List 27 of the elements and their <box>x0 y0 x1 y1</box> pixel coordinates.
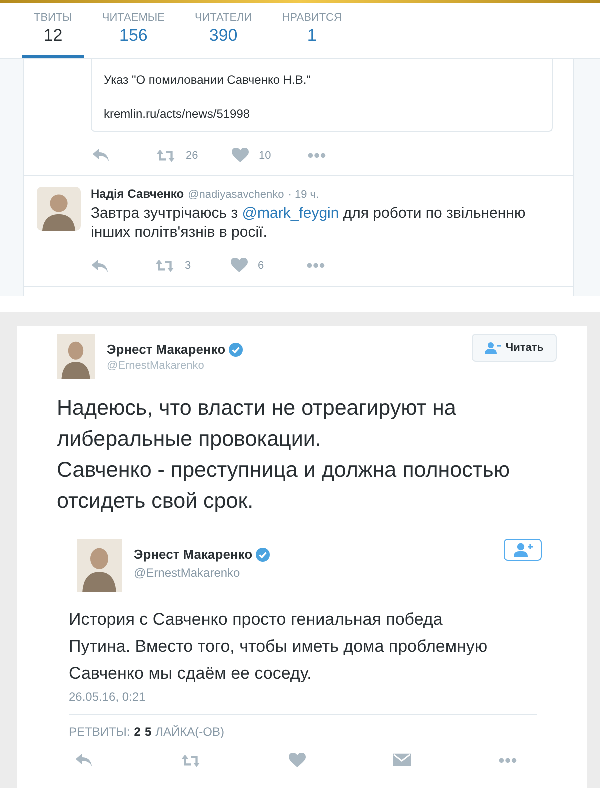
user-name[interactable]: Эрнест Макаренко <box>134 547 253 562</box>
link[interactable]: kremlin.ru/acts/news/51998 <box>104 107 250 121</box>
quoted-tweet-card[interactable]: Указ "О помиловании Савченко Н.В." kremlin.ru/acts/news/51998 <box>91 59 553 132</box>
like-count: 6 <box>258 260 264 272</box>
like-count: 10 <box>259 150 272 162</box>
tweet-text: Завтра зучтрічаюсь з @mark_feygin для роботи по звільненню інших політв'язнів в росії. <box>91 204 527 242</box>
tweet-text: Савченко - преступница и должна полностью отсидеть свой срок. <box>57 457 512 515</box>
tweet-time[interactable]: · 19 ч. <box>288 189 320 202</box>
profile-stat-tab[interactable]: ЧИТАТЕЛИ 390 <box>182 3 264 58</box>
retweet-count: 3 <box>185 260 192 272</box>
tweet-text: Указ "О помиловании Савченко Н.В." <box>104 73 311 87</box>
tweet-text: Надеюсь, что власти не отреагируют на либеральные провокации. <box>57 395 458 453</box>
user-name[interactable]: Эрнест Макаренко <box>107 342 226 357</box>
user-name[interactable]: Надія Савченко <box>91 187 184 202</box>
mention-link[interactable]: @mark_feygin <box>242 205 340 222</box>
retweet-count: 26 <box>186 150 198 162</box>
tweet-text: История с Савченко просто гениальная победа Путина. Вместо того, чтобы иметь дома проблемную Савченко мы сдаём ее соседу. <box>69 609 489 685</box>
likes-label: ЛАЙКА(-ОВ) <box>156 725 224 739</box>
user-handle[interactable]: @nadiyasavchenko <box>188 189 284 202</box>
retweets-label: РЕТВИТЫ: <box>69 725 130 739</box>
retweet-count: 2 <box>134 725 141 739</box>
profile-stat-tab[interactable]: НРАВИТСЯ 1 <box>270 3 354 58</box>
tweet-date: 26.05.16, 0:21 <box>69 690 147 704</box>
user-handle[interactable]: @ErnestMakarenko <box>134 566 270 580</box>
follow-button[interactable]: Читать <box>472 334 557 362</box>
like-count: 5 <box>144 725 152 739</box>
profile-stat-tab[interactable]: ЧИТАЕМЫЕ 156 <box>90 3 177 58</box>
